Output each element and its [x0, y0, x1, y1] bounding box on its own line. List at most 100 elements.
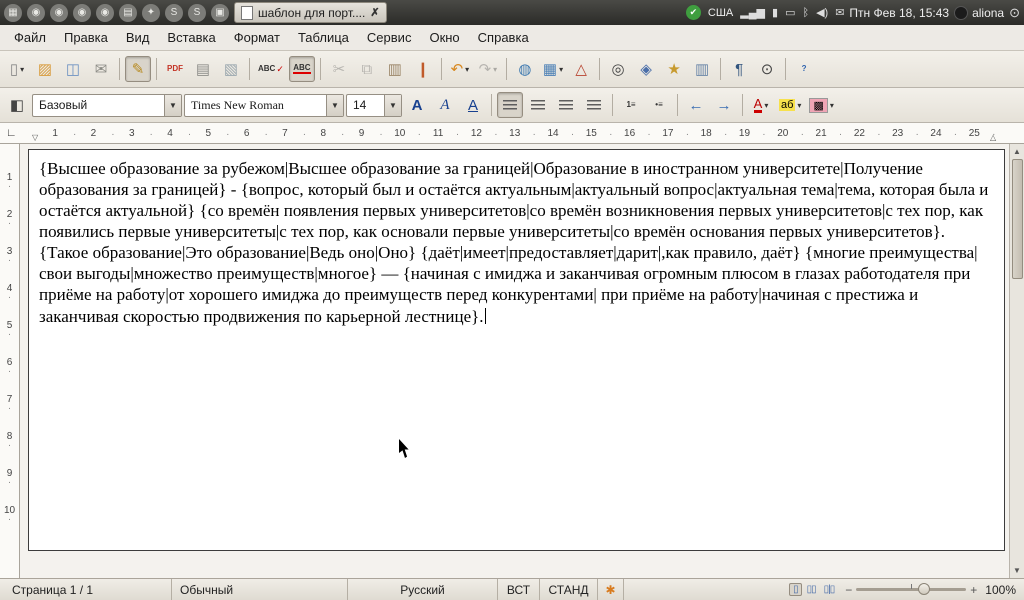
chevron-down-icon[interactable]: ▾ — [797, 101, 801, 110]
redo-button[interactable]: ↷▾ — [475, 56, 501, 82]
underline-button[interactable]: А — [460, 92, 486, 118]
zoom-slider[interactable]: − + — [845, 583, 977, 597]
draw-functions-button[interactable]: △ — [568, 56, 594, 82]
vertical-ruler[interactable]: 12345678910 — [0, 144, 20, 578]
italic-button[interactable]: А — [432, 92, 458, 118]
window-button-4-icon[interactable]: ◉ — [96, 4, 114, 22]
undo-button[interactable]: ↶▾ — [447, 56, 473, 82]
left-indent-marker[interactable]: ▽ — [32, 133, 38, 142]
spellcheck-button[interactable]: ABC✓ — [255, 56, 287, 82]
pdf-export-button[interactable]: PDF — [162, 56, 188, 82]
book-view-button[interactable]: ▯|▯ — [821, 584, 838, 595]
hyperlink-button[interactable]: ◍ — [512, 56, 538, 82]
zoom-handle[interactable] — [918, 583, 930, 595]
font-size-combo[interactable]: 14 ▼ — [346, 94, 402, 117]
chevron-down-icon[interactable]: ▾ — [465, 65, 469, 74]
power-icon[interactable]: ⊙ — [1009, 5, 1020, 21]
menu-Таблица[interactable]: Таблица — [290, 27, 357, 48]
close-icon[interactable]: ✗ — [370, 6, 379, 19]
vertical-scrollbar[interactable]: ▲ ▼ — [1009, 144, 1024, 578]
taskbar-active-window[interactable]: шаблон для порт.... ✗ — [234, 2, 387, 23]
chevron-down-icon[interactable]: ▾ — [493, 65, 497, 74]
chevron-down-icon[interactable]: ▾ — [559, 65, 563, 74]
menu-Вставка[interactable]: Вставка — [159, 27, 223, 48]
skype-icon[interactable]: S — [165, 4, 183, 22]
single-page-view-button[interactable]: ▯ — [789, 583, 802, 596]
menu-Справка[interactable]: Справка — [470, 27, 537, 48]
email-button[interactable]: ✉ — [88, 56, 114, 82]
zoom-value[interactable]: 100% — [985, 583, 1016, 597]
chevron-down-icon[interactable]: ▼ — [326, 95, 343, 116]
format-paintbrush-button[interactable]: ❙ — [410, 56, 436, 82]
font-color-button[interactable]: А▾ — [748, 92, 774, 118]
new-document-button[interactable]: ▯▾ — [4, 56, 30, 82]
bold-button[interactable]: А — [404, 92, 430, 118]
terminal-icon[interactable]: ▣ — [211, 4, 229, 22]
window-button-3-icon[interactable]: ◉ — [73, 4, 91, 22]
justify-button[interactable] — [581, 92, 607, 118]
files-icon[interactable]: ▤ — [119, 4, 137, 22]
menu-Правка[interactable]: Правка — [56, 27, 116, 48]
screenshot-tool-icon[interactable]: ✦ — [142, 4, 160, 22]
chevron-down-icon[interactable]: ▾ — [764, 101, 768, 110]
clock[interactable]: Птн Фев 18, 15:43 — [849, 6, 949, 20]
display-icon[interactable]: ▭ — [785, 6, 795, 19]
selection-mode-indicator[interactable]: СТАНД — [540, 579, 598, 600]
cut-button[interactable]: ✂ — [326, 56, 352, 82]
gallery-button[interactable]: ★ — [661, 56, 687, 82]
chevron-down-icon[interactable]: ▾ — [830, 101, 834, 110]
document-page[interactable]: {Высшее образование за рубежом|Высшее об… — [28, 149, 1005, 551]
paragraph-style-combo[interactable]: Базовый ▼ — [32, 94, 182, 117]
align-center-button[interactable] — [525, 92, 551, 118]
chevron-down-icon[interactable]: ▼ — [384, 95, 401, 116]
open-button[interactable]: ▨ — [32, 56, 58, 82]
modified-indicator[interactable]: ✱ — [598, 579, 624, 600]
chevron-down-icon[interactable]: ▾ — [20, 65, 24, 74]
window-button-2-icon[interactable]: ◉ — [50, 4, 68, 22]
page-indicator[interactable]: Страница 1 / 1 — [4, 579, 172, 600]
wifi-icon[interactable]: ▂▄▆ — [740, 6, 765, 19]
right-indent-marker[interactable]: △ — [990, 133, 996, 142]
paste-button[interactable]: ▥ — [382, 56, 408, 82]
navigator-button[interactable]: ◈ — [633, 56, 659, 82]
edit-file-button[interactable]: ✎ — [125, 56, 151, 82]
help-button[interactable]: ? — [791, 56, 817, 82]
copy-button[interactable]: ⧉ — [354, 56, 380, 82]
chevron-down-icon[interactable]: ▼ — [164, 95, 181, 116]
paragraph-text[interactable]: {Высшее образование за рубежом|Высшее об… — [39, 158, 994, 327]
zoom-button[interactable]: ⊙ — [754, 56, 780, 82]
align-right-button[interactable] — [553, 92, 579, 118]
increase-indent-button[interactable]: → — [711, 92, 737, 118]
insert-mode-indicator[interactable]: ВСТ — [498, 579, 540, 600]
data-sources-button[interactable]: ▥ — [689, 56, 715, 82]
zoom-out-icon[interactable]: − — [845, 583, 852, 597]
find-replace-button[interactable]: ◎ — [605, 56, 631, 82]
bluetooth-icon[interactable]: ᛒ — [802, 7, 809, 19]
page-preview-button[interactable]: ▧ — [218, 56, 244, 82]
update-shield-icon[interactable]: ✔ — [686, 5, 701, 20]
font-name-combo[interactable]: Times New Roman ▼ — [184, 94, 344, 117]
tab-stop-selector[interactable]: ∟ — [0, 123, 36, 143]
print-button[interactable]: ▤ — [190, 56, 216, 82]
styles-window-button[interactable]: ◧ — [4, 92, 30, 118]
nonprinting-characters-button[interactable]: ¶ — [726, 56, 752, 82]
battery-icon[interactable]: ▮ — [772, 6, 778, 19]
menu-Файл[interactable]: Файл — [6, 27, 54, 48]
save-button[interactable]: ◫ — [60, 56, 86, 82]
menu-Окно[interactable]: Окно — [421, 27, 467, 48]
autospellcheck-button[interactable]: ABC — [289, 56, 315, 82]
user-menu[interactable]: aliona — [954, 6, 1004, 20]
scroll-down-icon[interactable]: ▼ — [1013, 563, 1021, 578]
numbered-list-button[interactable]: 1≡ — [618, 92, 644, 118]
language-indicator[interactable]: Русский — [348, 579, 498, 600]
keyboard-layout-indicator[interactable]: США — [708, 7, 733, 19]
menu-Вид[interactable]: Вид — [118, 27, 158, 48]
menu-Формат[interactable]: Формат — [226, 27, 288, 48]
scroll-up-icon[interactable]: ▲ — [1013, 144, 1021, 159]
mail-icon[interactable]: ✉ — [835, 6, 844, 19]
highlighting-button[interactable]: аб▾ — [776, 92, 804, 118]
zoom-in-icon[interactable]: + — [970, 583, 977, 597]
volume-icon[interactable]: ◀) — [816, 6, 828, 19]
page-style-indicator[interactable]: Обычный — [172, 579, 348, 600]
window-button-1-icon[interactable]: ◉ — [27, 4, 45, 22]
